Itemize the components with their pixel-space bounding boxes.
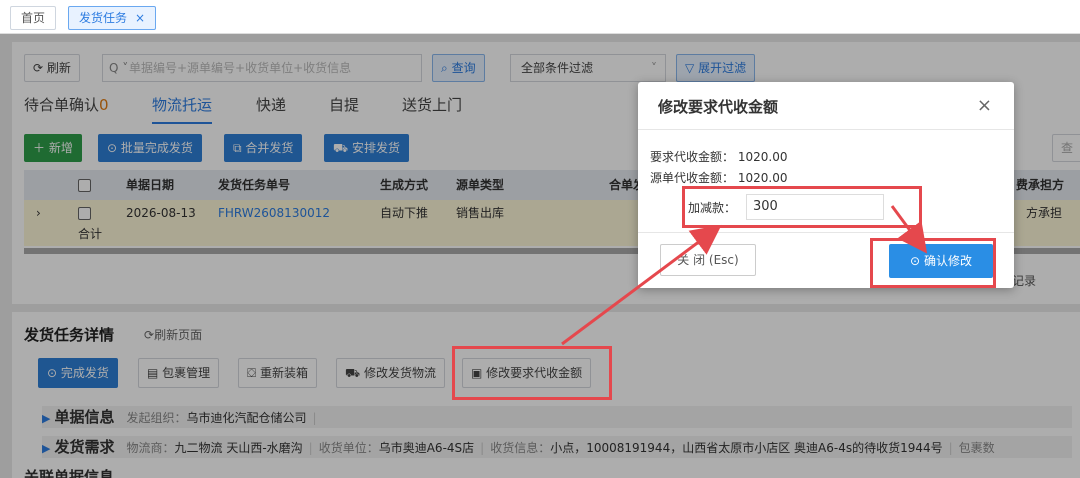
- annotation-arrows: [561, 205, 928, 346]
- arrow-to-input: [561, 224, 722, 346]
- arrow-to-confirm: [890, 205, 928, 254]
